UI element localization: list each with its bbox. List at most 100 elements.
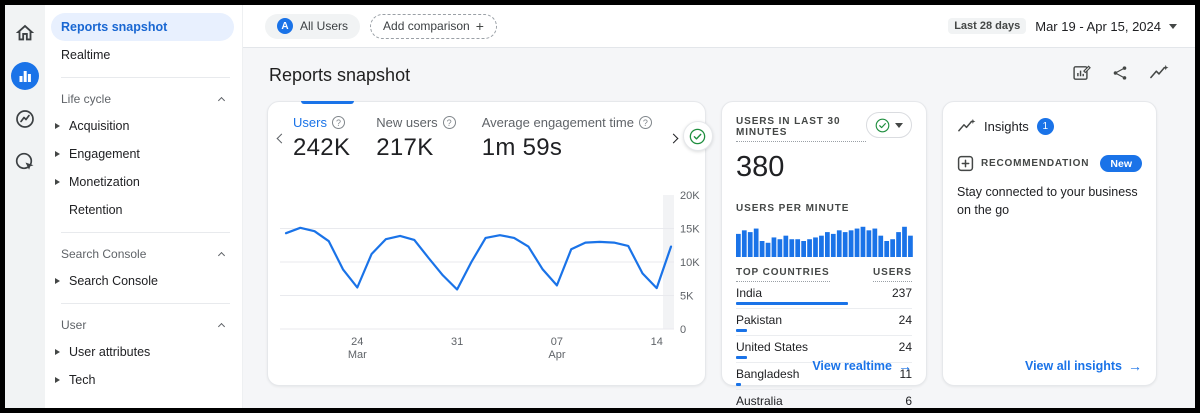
- comparison-bar: A All Users Add comparison + Last 28 day…: [243, 5, 1195, 48]
- sidebar-section-life-cycle: Life cycle: [51, 86, 234, 112]
- users-line-chart[interactable]: 20K15K10K5K024Mar3107Apr14: [268, 182, 707, 372]
- main-area: A All Users Add comparison + Last 28 day…: [243, 5, 1195, 408]
- sidebar-section-user: User: [51, 312, 234, 338]
- sidebar-item-engagement[interactable]: Engagement: [51, 140, 234, 168]
- date-range-picker[interactable]: Mar 19 - Apr 15, 2024: [1035, 19, 1161, 34]
- svg-text:Apr: Apr: [548, 349, 565, 361]
- active-metric-indicator: [301, 101, 354, 104]
- svg-text:14: 14: [651, 336, 663, 348]
- help-icon[interactable]: ?: [639, 116, 652, 129]
- sidebar-item-user-attributes[interactable]: User attributes: [51, 338, 234, 366]
- explore-icon[interactable]: [11, 105, 39, 133]
- realtime-quality-dropdown[interactable]: [866, 112, 912, 138]
- chevron-left-icon: [277, 133, 287, 143]
- country-bar: [736, 356, 747, 359]
- help-icon[interactable]: ?: [332, 116, 345, 129]
- help-icon[interactable]: ?: [443, 116, 456, 129]
- svg-text:10K: 10K: [680, 257, 700, 269]
- users-per-minute-chart: [736, 223, 914, 257]
- reports-icon[interactable]: [11, 62, 39, 90]
- expand-arrow-icon[interactable]: [55, 349, 60, 355]
- table-row: India237: [736, 282, 912, 309]
- divider: [61, 77, 230, 78]
- divider: [61, 232, 230, 233]
- sidebar-item-tech[interactable]: Tech: [51, 366, 234, 394]
- view-insights-icon[interactable]: [1149, 64, 1169, 87]
- caret-down-icon[interactable]: [1169, 24, 1177, 29]
- metric-avg-engagement[interactable]: Average engagement time? 1m 59s: [482, 115, 652, 162]
- sidebar-item-search-console[interactable]: Search Console: [51, 267, 234, 295]
- collapse-icon[interactable]: [218, 97, 225, 104]
- divider: [61, 303, 230, 304]
- sidebar-item-reports-snapshot[interactable]: Reports snapshot: [51, 13, 234, 41]
- arrow-right-icon: →: [1128, 358, 1142, 374]
- date-range-badge: Last 28 days: [948, 18, 1026, 34]
- top-countries-table: TOP COUNTRIES USERS India237 Pakistan24: [736, 267, 912, 413]
- home-icon[interactable]: [11, 19, 39, 47]
- customize-report-icon[interactable]: [1072, 63, 1091, 87]
- recommendation-label: RECOMMENDATION: [981, 158, 1089, 169]
- summary-card: Users? 242K New users? 217K Average enga…: [267, 101, 706, 386]
- nav-rail: [5, 5, 45, 408]
- view-all-insights-link[interactable]: View all insights→: [1025, 358, 1142, 374]
- collapse-icon[interactable]: [218, 252, 225, 259]
- svg-text:5K: 5K: [680, 291, 694, 303]
- expand-arrow-icon[interactable]: [55, 151, 60, 157]
- insight-message[interactable]: Stay connected to your business on the g…: [957, 183, 1143, 219]
- insights-title: Insights: [984, 119, 1029, 134]
- add-comparison-label: Add comparison: [383, 19, 470, 33]
- recommendation-icon: [957, 155, 974, 172]
- metric-users[interactable]: Users? 242K: [293, 115, 350, 162]
- svg-text:07: 07: [551, 336, 563, 348]
- metric-new-users[interactable]: New users? 217K: [376, 115, 455, 162]
- country-bar: [736, 383, 741, 386]
- content-area: Reports snapshot: [243, 48, 1195, 408]
- sidebar-item-retention[interactable]: Retention: [51, 196, 234, 224]
- insights-icon: [957, 118, 976, 135]
- realtime-card: USERS IN LAST 30 MINUTES 380 USERS PER M…: [721, 101, 927, 386]
- add-comparison-button[interactable]: Add comparison +: [370, 14, 497, 39]
- next-metrics-button[interactable]: [670, 127, 677, 149]
- view-realtime-link[interactable]: View realtime→: [812, 358, 912, 374]
- countries-col-header: TOP COUNTRIES: [736, 267, 830, 282]
- per-minute-label: USERS PER MINUTE: [736, 203, 849, 217]
- chevron-right-icon: [668, 133, 678, 143]
- table-row: Australia6: [736, 390, 912, 413]
- app-window: Reports snapshot Realtime Life cycle Acq…: [0, 0, 1200, 413]
- expand-arrow-icon[interactable]: [55, 123, 60, 129]
- collapse-icon[interactable]: [218, 323, 225, 330]
- green-check-icon: [875, 118, 890, 133]
- audience-avatar: A: [277, 18, 293, 34]
- audience-chip[interactable]: A All Users: [265, 14, 360, 39]
- metric-users-value: 242K: [293, 134, 350, 162]
- sidebar: Reports snapshot Realtime Life cycle Acq…: [45, 5, 243, 408]
- sidebar-section-search-console: Search Console: [51, 241, 234, 267]
- data-quality-button[interactable]: [683, 121, 713, 151]
- svg-text:24: 24: [351, 336, 363, 348]
- caret-down-icon: [895, 123, 903, 128]
- country-bar: [736, 329, 747, 332]
- insights-count-badge: 1: [1037, 118, 1054, 135]
- metric-new-users-value: 217K: [376, 134, 455, 162]
- realtime-title: USERS IN LAST 30 MINUTES: [736, 116, 866, 142]
- metric-avg-engagement-value: 1m 59s: [482, 134, 652, 162]
- expand-arrow-icon[interactable]: [55, 179, 60, 185]
- table-row: Pakistan24: [736, 309, 912, 336]
- share-icon[interactable]: [1111, 64, 1129, 87]
- sidebar-item-realtime[interactable]: Realtime: [51, 41, 234, 69]
- prev-metrics-button[interactable]: [278, 127, 285, 149]
- new-badge: New: [1100, 155, 1142, 172]
- green-check-icon: [689, 128, 706, 145]
- page-title: Reports snapshot: [269, 65, 410, 86]
- users-col-header: USERS: [873, 267, 912, 282]
- sidebar-item-acquisition[interactable]: Acquisition: [51, 112, 234, 140]
- plus-icon: +: [476, 18, 484, 34]
- insights-card: Insights 1 RECOMMENDATION New Stay conne…: [942, 101, 1157, 386]
- audience-chip-label: All Users: [300, 19, 348, 33]
- svg-text:31: 31: [451, 336, 463, 348]
- arrow-right-icon: →: [898, 358, 912, 374]
- expand-arrow-icon[interactable]: [55, 278, 60, 284]
- advertising-icon[interactable]: [11, 148, 39, 176]
- sidebar-item-monetization[interactable]: Monetization: [51, 168, 234, 196]
- expand-arrow-icon[interactable]: [55, 377, 60, 383]
